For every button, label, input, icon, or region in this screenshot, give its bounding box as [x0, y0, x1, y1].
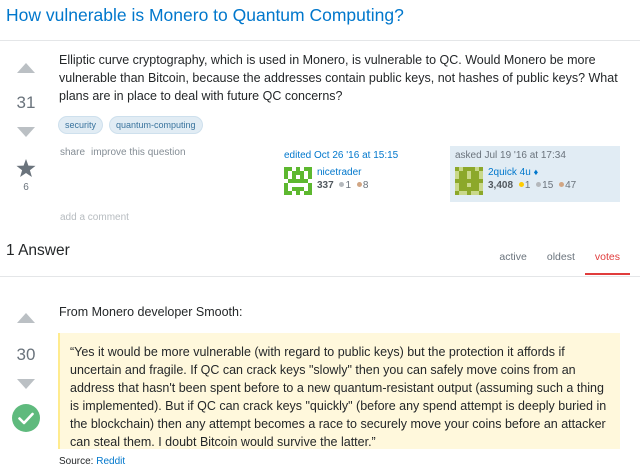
source-link[interactable]: Reddit — [96, 456, 125, 467]
question-vote-count: 31 — [16, 93, 36, 112]
bronze-badge-icon — [356, 182, 362, 188]
answers-count-heading: 1 Answer — [6, 242, 70, 259]
favorite-star-icon[interactable] — [9, 159, 43, 178]
down-arrow-icon[interactable] — [17, 127, 35, 137]
editor-signature: edited Oct 26 '16 at 15:15 nicetrader 33… — [284, 150, 434, 195]
editor-avatar[interactable] — [284, 167, 312, 195]
up-arrow-icon[interactable] — [17, 313, 35, 323]
down-arrow-icon[interactable] — [17, 379, 35, 389]
gold-badge-icon — [518, 182, 524, 188]
divider — [0, 276, 640, 277]
tag-security[interactable]: security — [58, 116, 104, 134]
share-link[interactable]: share — [60, 147, 85, 158]
editor-name[interactable]: nicetrader — [317, 167, 368, 178]
tab-active[interactable]: active — [489, 246, 536, 275]
question-tags: security quantum-computing — [58, 116, 203, 134]
silver-badge-icon — [339, 182, 345, 188]
edited-timestamp[interactable]: edited Oct 26 '16 at 15:15 — [284, 150, 434, 161]
divider — [0, 40, 640, 41]
tab-votes[interactable]: votes — [584, 246, 630, 275]
answer-intro: From Monero developer Smooth: — [59, 305, 243, 319]
diamond-moderator-icon: ♦ — [533, 167, 539, 177]
answer-source: Source: Reddit — [59, 456, 125, 467]
question-vote-cell: 31 6 — [9, 63, 43, 193]
editor-reputation: 337 — [317, 180, 334, 191]
silver-badge-icon — [536, 182, 542, 188]
asker-signature: asked Jul 19 '16 at 17:34 2quick 4u ♦ 3,… — [450, 146, 620, 202]
answer-vote-count: 30 — [16, 345, 36, 364]
question-body: Elliptic curve cryptography, which is us… — [59, 53, 618, 103]
editor-bronze-count: 8 — [362, 180, 369, 191]
asker-name-row: 2quick 4u ♦ — [488, 167, 576, 178]
answer-sort-tabs: active oldest votes — [489, 246, 630, 275]
favorite-count: 6 — [23, 182, 29, 193]
tab-oldest[interactable]: oldest — [537, 246, 585, 275]
asker-gold-count: 1 — [524, 180, 531, 191]
editor-details: 337 1 8 — [317, 180, 368, 191]
accepted-check-icon — [12, 404, 40, 432]
answer-vote-cell: 30 — [9, 313, 43, 432]
asker-details: 3,408 1 15 47 — [488, 180, 576, 191]
asked-timestamp: asked Jul 19 '16 at 17:34 — [455, 150, 566, 161]
asker-silver-count: 15 — [542, 180, 554, 191]
editor-silver-count: 1 — [345, 180, 352, 191]
asker-avatar[interactable] — [455, 167, 483, 195]
asker-bronze-count: 47 — [565, 180, 577, 191]
asker-reputation: 3,408 — [488, 180, 514, 191]
add-comment-link[interactable]: add a comment — [60, 212, 129, 223]
tag-quantum-computing[interactable]: quantum-computing — [109, 116, 203, 134]
asker-name[interactable]: 2quick 4u — [488, 167, 531, 178]
improve-question-link[interactable]: improve this question — [91, 147, 186, 158]
answer-blockquote: “Yes it would be more vulnerable (with r… — [58, 333, 620, 449]
post-menu: share improve this question — [60, 147, 186, 158]
question-title[interactable]: How vulnerable is Monero to Quantum Comp… — [6, 5, 404, 26]
bronze-badge-icon — [559, 182, 565, 188]
up-arrow-icon[interactable] — [17, 63, 35, 73]
source-label: Source: — [59, 456, 94, 467]
